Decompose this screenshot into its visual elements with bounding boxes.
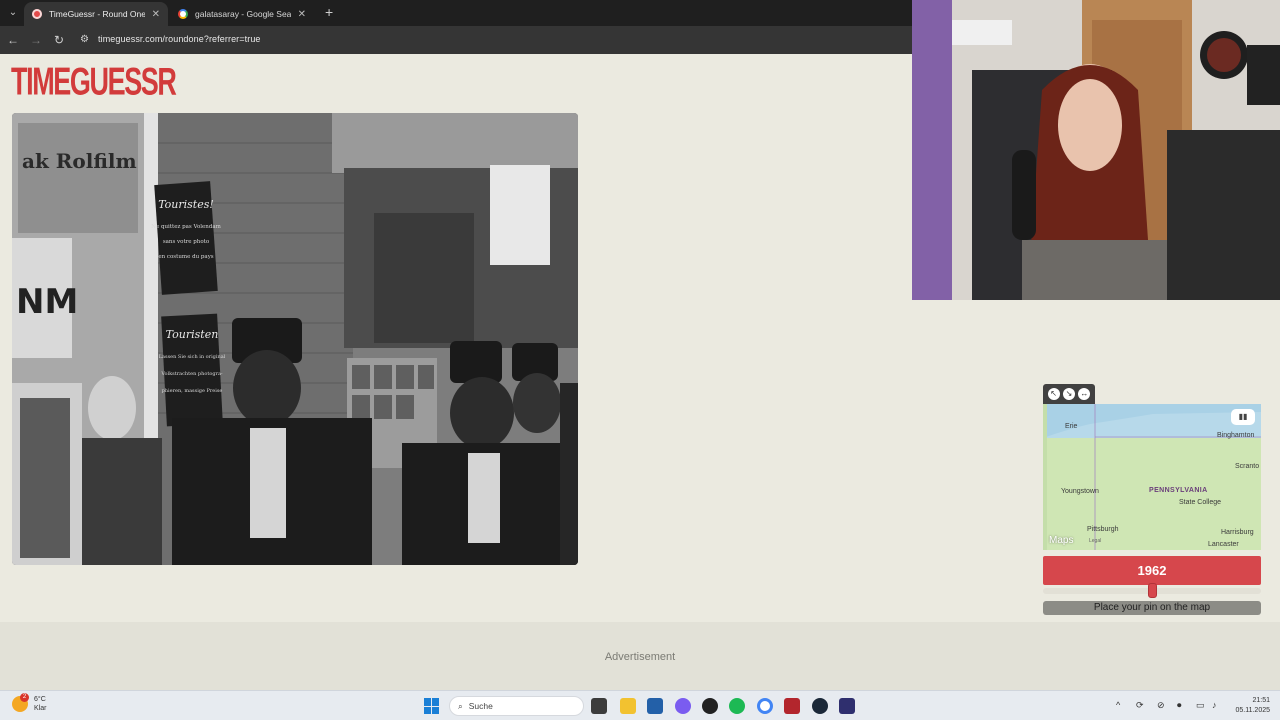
obs-icon[interactable] xyxy=(702,698,718,714)
weather-sun-icon: 2 xyxy=(12,693,29,712)
sign-top-line-3: en costume du pays xyxy=(158,254,213,260)
weather-condition: Klar xyxy=(34,705,47,712)
tray-mic-icon[interactable]: ⏺ xyxy=(1177,700,1182,711)
tab-google-search[interactable]: galatasaray - Google Search ✕ xyxy=(170,2,314,26)
discord-icon[interactable] xyxy=(675,698,691,714)
tab-timeguessr[interactable]: TimeGuessr - Round One ✕ xyxy=(24,2,168,26)
task-view-icon[interactable] xyxy=(591,698,607,714)
tab-label: galatasaray - Google Search xyxy=(195,9,291,19)
sign-mid-line-3: phieren, massige Preise xyxy=(162,388,223,394)
steam-icon[interactable] xyxy=(812,698,828,714)
zoom-in-icon[interactable]: ↖ xyxy=(1047,388,1060,400)
weather-temperature: 6°C xyxy=(34,696,46,703)
map-label-youngstown: Youngstown xyxy=(1061,488,1099,495)
map-legal-link[interactable]: Legal xyxy=(1089,538,1101,544)
system-clock[interactable]: 21:51 05.11.2025 xyxy=(1228,696,1270,716)
game-app-icon[interactable] xyxy=(784,698,800,714)
maps-brand-text: Maps xyxy=(1049,535,1074,546)
tray-network-off-icon[interactable]: ⊘ xyxy=(1157,700,1165,711)
sign-mid-line-1: Lassen Sie sich in original xyxy=(159,354,226,360)
weather-badge: 2 xyxy=(20,693,29,702)
reload-icon[interactable]: ↻ xyxy=(51,32,67,48)
clock-time: 21:51 xyxy=(1252,697,1270,704)
forward-arrow-icon[interactable]: → xyxy=(28,32,44,48)
clock-date: 05.11.2025 xyxy=(1235,707,1270,714)
tab-label: TimeGuessr - Round One xyxy=(49,9,145,19)
sign-top-line-2: sans votre photo xyxy=(163,239,210,245)
map-label-state-college: State College xyxy=(1179,499,1222,506)
reset-icon[interactable]: ↔ xyxy=(1078,388,1091,400)
map-toolbar: ↖ ↘ ↔ xyxy=(1043,384,1095,404)
weather-widget[interactable]: 2 6°C Klar xyxy=(12,693,47,713)
maps-app-icon[interactable] xyxy=(839,698,855,714)
tray-chevron-icon[interactable]: ^ xyxy=(1116,700,1120,710)
sign-top-line-1: Ne quittez pas Volendam xyxy=(151,224,221,230)
close-tab-icon[interactable]: ✕ xyxy=(298,9,306,20)
guess-map[interactable]: Erie Binghamton Scranto Youngstown PENNS… xyxy=(1043,404,1261,550)
sign-mid-line-2: Volkstrachten photogra- xyxy=(160,371,223,377)
map-label-pittsburgh: Pittsburgh xyxy=(1087,526,1119,533)
search-icon: ⌕ xyxy=(458,700,463,711)
close-tab-icon[interactable]: ✕ xyxy=(152,9,160,20)
map-layers-icon[interactable]: ▮▮ xyxy=(1231,409,1255,425)
new-tab-icon[interactable]: + xyxy=(325,5,333,19)
back-arrow-icon[interactable]: ← xyxy=(5,32,21,48)
map-label-harrisburg: Harrisburg xyxy=(1221,529,1254,536)
zoom-out-icon[interactable]: ↘ xyxy=(1062,388,1075,400)
left-letters: NM xyxy=(16,282,78,322)
tray-monitor-icon[interactable]: ▭ xyxy=(1196,700,1205,711)
spotify-icon[interactable] xyxy=(729,698,745,714)
shop-sign: ak Rolfilm xyxy=(22,149,137,173)
sign-mid-title: Touristen xyxy=(166,328,219,341)
url-field[interactable]: timeguessr.com/roundone?referrer=true xyxy=(98,34,261,44)
timeguessr-favicon-icon xyxy=(32,9,42,19)
windows-start-icon[interactable] xyxy=(424,698,440,714)
map-label-binghamton: Binghamton xyxy=(1217,432,1255,439)
map-label-erie: Erie xyxy=(1065,423,1078,430)
google-favicon-icon xyxy=(178,9,188,19)
place-pin-button[interactable]: Place your pin on the map xyxy=(1043,601,1261,615)
tab-search-chevron-icon[interactable]: ⌄ xyxy=(4,4,22,22)
map-label-lancaster: Lancaster xyxy=(1208,541,1239,548)
round-photo: Touristes! Ne quittez pas Volendam sans … xyxy=(12,113,578,565)
year-slider-handle[interactable] xyxy=(1147,583,1157,598)
webcam-overlay xyxy=(912,0,1280,300)
year-display: 1962 xyxy=(1043,556,1261,585)
file-explorer-icon[interactable] xyxy=(620,698,636,714)
sign-top-title: Touristes! xyxy=(158,198,214,211)
tray-sync-icon[interactable]: ⟳ xyxy=(1136,700,1144,711)
taskbar: 2 6°C Klar ⌕ Suche ^ ⟳ ⊘ ⏺ ▭ ♪ 21:51 05.… xyxy=(0,690,1280,720)
advertisement-label: Advertisement xyxy=(604,651,676,663)
site-info-icon[interactable]: ⚙ xyxy=(80,34,91,45)
maps-brand: Maps xyxy=(1049,535,1073,546)
chrome-icon[interactable] xyxy=(757,698,773,714)
map-label-scranton: Scranto xyxy=(1235,463,1260,470)
taskbar-search-placeholder: Suche xyxy=(468,701,493,711)
store-icon[interactable] xyxy=(647,698,663,714)
map-label-pennsylvania: PENNSYLVANIA xyxy=(1149,487,1208,494)
tray-volume-icon[interactable]: ♪ xyxy=(1212,700,1217,710)
taskbar-search-input[interactable]: ⌕ Suche xyxy=(449,696,584,716)
